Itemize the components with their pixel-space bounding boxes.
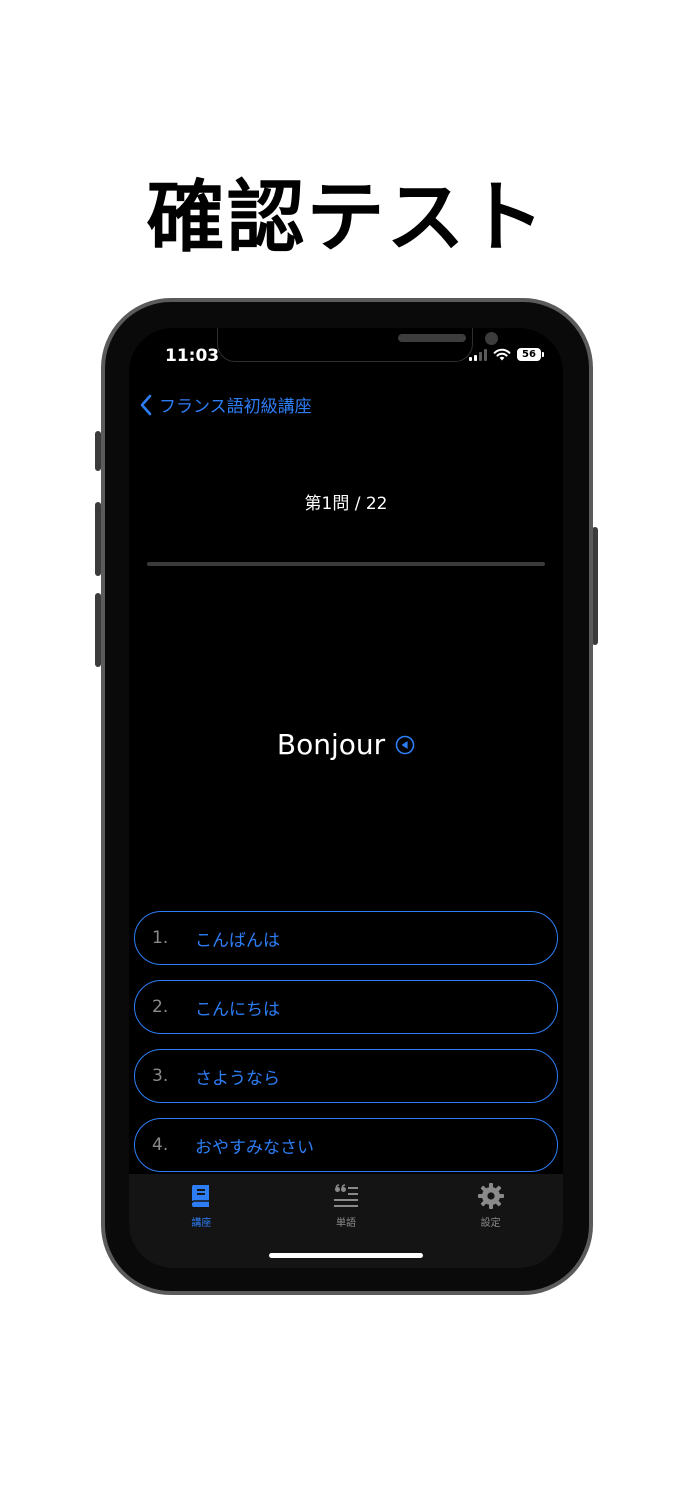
choice-number: 3. [152,1066,169,1086]
question-counter: 第1問 / 22 [304,494,388,514]
back-button-label: フランス語初級講座 [159,397,312,417]
choice-text: さようなら [195,1068,280,1089]
chevron-left-icon [140,394,152,415]
choice-number: 2. [152,997,169,1017]
quote-list-icon [334,1184,358,1207]
status-time: 11:03 [165,346,220,366]
tab-settings-label: 設定 [480,1218,501,1229]
notch [217,328,498,362]
tab-vocabulary-label: 単語 [336,1218,356,1229]
phone-screen: 11:03 56 フランス語初級講座 第1問 / 22 Bonjour 1. こ… [129,328,563,1268]
book-icon [191,1185,210,1207]
answer-choice-1[interactable]: 1. こんばんは [134,911,558,965]
progress-bar [147,562,545,566]
play-audio-icon[interactable] [395,735,415,755]
choice-number: 1. [152,928,169,948]
choice-text: おやすみなさい [195,1137,314,1158]
cellular-signal-icon [469,348,487,361]
answer-choice-4[interactable]: 4. おやすみなさい [134,1118,558,1172]
tab-course[interactable]: 講座 [129,1174,274,1268]
choice-text: こんにちは [195,999,280,1020]
gear-icon [477,1183,504,1209]
wifi-icon [493,348,511,361]
answer-choice-2[interactable]: 2. こんにちは [134,980,558,1034]
status-icons: 56 [469,348,544,361]
tab-course-label: 講座 [191,1218,212,1229]
answer-choices: 1. こんばんは 2. こんにちは 3. さようなら 4. おやすみなさい [134,911,558,1187]
question-area: Bonjour [129,728,563,761]
question-word: Bonjour [276,728,386,761]
answer-choice-3[interactable]: 3. さようなら [134,1049,558,1103]
choice-number: 4. [152,1135,169,1155]
battery-icon: 56 [517,348,544,361]
back-button[interactable]: フランス語初級講座 [139,392,312,417]
home-indicator [269,1253,423,1258]
promo-title: 確認テスト [146,173,547,263]
tab-settings[interactable]: 設定 [418,1174,563,1268]
choice-text: こんばんは [195,930,280,951]
front-camera [485,332,498,345]
earpiece-speaker [398,334,466,342]
